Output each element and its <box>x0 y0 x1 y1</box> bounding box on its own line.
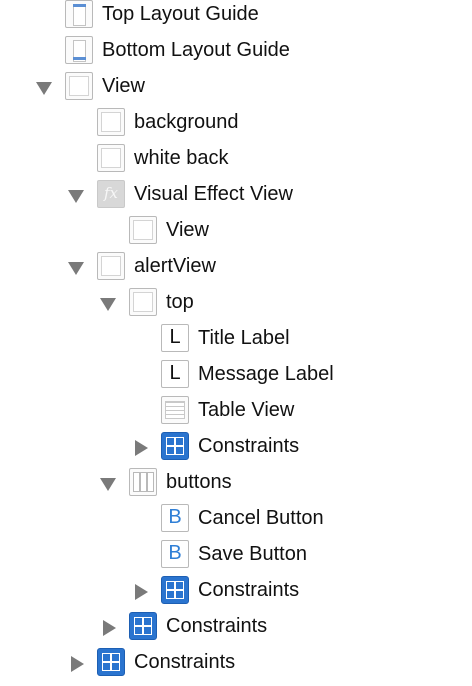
layout-guide-top-icon <box>65 0 93 28</box>
outline-row-top[interactable]: top <box>0 286 472 322</box>
layout-guide-bottom-icon <box>65 36 93 64</box>
outline-row-top-layout-guide[interactable]: Top Layout Guide <box>0 0 472 34</box>
outline-row-constraints-alertview[interactable]: Constraints <box>0 610 472 646</box>
constraints-icon <box>161 576 189 604</box>
disclosure-collapsed-icon[interactable] <box>71 656 84 672</box>
outline-row-label: Message Label <box>198 363 334 385</box>
outline-row-constraints-buttons[interactable]: Constraints <box>0 574 472 610</box>
constraints-icon <box>161 432 189 460</box>
disclosure-expanded-icon[interactable] <box>100 298 116 311</box>
outline-row-constraints-top[interactable]: Constraints <box>0 430 472 466</box>
outline-row-label: alertView <box>134 255 216 277</box>
outline-row-label: white back <box>134 147 229 169</box>
outline-row-alertview[interactable]: alertView <box>0 250 472 286</box>
view-icon <box>129 288 157 316</box>
outline-row-visual-effect-view[interactable]: fx Visual Effect View <box>0 178 472 214</box>
outline-row-label: top <box>166 291 194 313</box>
view-icon <box>97 252 125 280</box>
outline-row-bottom-layout-guide[interactable]: Bottom Layout Guide <box>0 34 472 70</box>
label-icon: L <box>161 324 189 352</box>
disclosure-expanded-icon[interactable] <box>36 82 52 95</box>
outline-row-title-label[interactable]: L Title Label <box>0 322 472 358</box>
constraints-icon <box>97 648 125 676</box>
constraints-icon <box>129 612 157 640</box>
outline-row-label: buttons <box>166 471 232 493</box>
disclosure-collapsed-icon[interactable] <box>135 584 148 600</box>
outline-row-label: Cancel Button <box>198 507 324 529</box>
outline-row-constraints-view[interactable]: Constraints <box>0 646 472 682</box>
outline-row-label: Title Label <box>198 327 290 349</box>
outline-row-table-view[interactable]: Table View <box>0 394 472 430</box>
button-icon: B <box>161 504 189 532</box>
disclosure-collapsed-icon[interactable] <box>103 620 116 636</box>
outline-row-label: Visual Effect View <box>134 183 293 205</box>
visual-effect-fx-icon: fx <box>97 180 125 208</box>
outline-row-label: Constraints <box>198 579 300 601</box>
outline-row-label: Constraints <box>134 651 236 673</box>
disclosure-expanded-icon[interactable] <box>68 262 84 275</box>
label-icon: L <box>161 360 189 388</box>
stack-view-icon <box>129 468 157 496</box>
outline-row-label: View <box>166 219 209 241</box>
outline-row-background[interactable]: background <box>0 106 472 142</box>
view-icon <box>65 72 93 100</box>
view-icon <box>97 108 125 136</box>
document-outline-tree: Top Layout Guide Bottom Layout Guide Vie… <box>0 0 472 686</box>
outline-row-white-back[interactable]: white back <box>0 142 472 178</box>
outline-row-view[interactable]: View <box>0 70 472 106</box>
button-icon: B <box>161 540 189 568</box>
outline-row-label: Top Layout Guide <box>102 3 259 25</box>
table-view-icon <box>161 396 189 424</box>
outline-row-buttons[interactable]: buttons <box>0 466 472 502</box>
outline-row-label: Table View <box>198 399 295 421</box>
outline-row-label: Constraints <box>166 615 268 637</box>
outline-row-label: View <box>102 75 145 97</box>
disclosure-collapsed-icon[interactable] <box>135 440 148 456</box>
disclosure-expanded-icon[interactable] <box>68 190 84 203</box>
outline-row-label: Save Button <box>198 543 307 565</box>
outline-row-cancel-button[interactable]: B Cancel Button <box>0 502 472 538</box>
outline-row-effect-content-view[interactable]: View <box>0 214 472 250</box>
view-icon <box>129 216 157 244</box>
outline-row-message-label[interactable]: L Message Label <box>0 358 472 394</box>
outline-row-label: background <box>134 111 239 133</box>
outline-row-label: Constraints <box>198 435 300 457</box>
outline-row-save-button[interactable]: B Save Button <box>0 538 472 574</box>
outline-row-label: Bottom Layout Guide <box>102 39 290 61</box>
disclosure-expanded-icon[interactable] <box>100 478 116 491</box>
view-icon <box>97 144 125 172</box>
